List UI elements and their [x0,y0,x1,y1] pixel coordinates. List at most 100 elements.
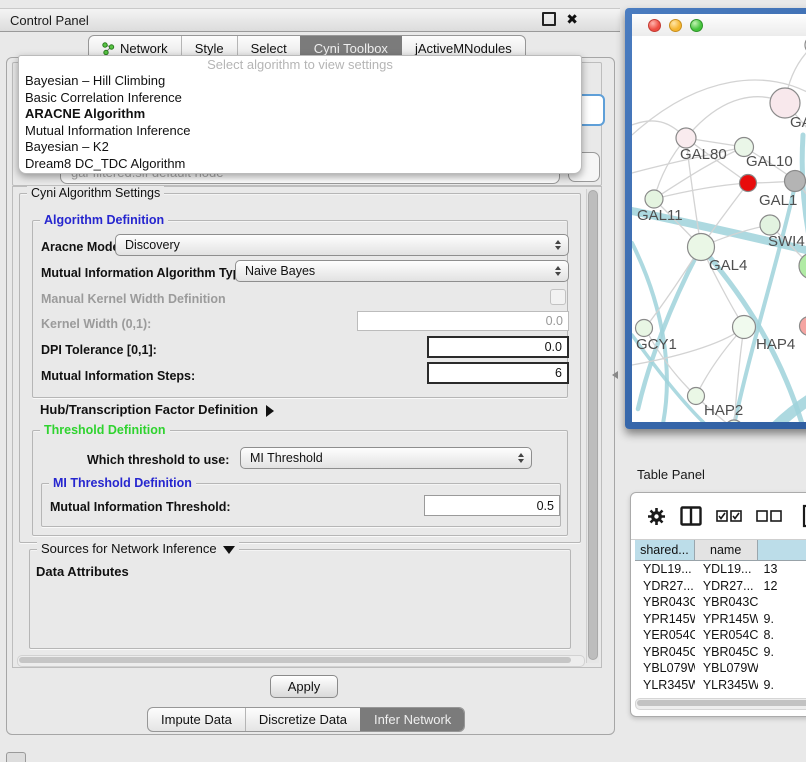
algorithm-dropdown-list: Bayesian – Hill ClimbingBasic Correlatio… [19,73,581,172]
table-row[interactable]: YPR145WYPR145W9. [635,611,806,628]
select-all-checkboxes-icon[interactable] [716,510,742,522]
table-column-header[interactable]: shared... [635,540,695,561]
minimize-window-icon[interactable] [669,19,682,32]
close-window-icon[interactable] [648,19,661,32]
mi-threshold-input[interactable]: 0.5 [424,495,560,516]
table-cell[interactable]: YPR145W [635,611,695,628]
mi-steps-input[interactable]: 6 [427,362,569,384]
dropdown-item[interactable]: Bayesian – K2 [19,139,581,156]
table-cell[interactable]: 8. [758,627,806,644]
tab-discretize-data[interactable]: Discretize Data [245,708,360,731]
data-attributes-label: Data Attributes [36,564,129,579]
table-row[interactable]: YER054CYER054C8. [635,627,806,644]
table-cell[interactable]: YBR045C [635,644,695,661]
zoom-window-icon[interactable] [690,19,703,32]
hub-factor-toggle[interactable]: Hub/Transcription Factor Definition [40,402,274,417]
dropdown-item[interactable]: Basic Correlation Inference [19,90,581,107]
table-column-header[interactable] [758,540,806,561]
table-row[interactable]: YBR043CYBR043C [635,594,806,611]
gear-icon[interactable] [647,507,666,526]
aracne-mode-combo[interactable]: Discovery [115,234,569,256]
panel-collapse-arrow-icon[interactable] [612,371,618,379]
minimized-panel-icon[interactable] [6,752,26,762]
table-cell[interactable]: 12 [758,578,806,595]
table-cell[interactable]: YBL079W [695,660,758,677]
table-column-header[interactable]: name [695,540,758,561]
float-window-icon[interactable] [542,12,556,26]
table-cell[interactable]: YDL19... [695,561,758,578]
network-edge[interactable] [645,247,701,328]
network-node[interactable] [740,175,757,192]
table-cell[interactable] [758,594,806,611]
table-cell[interactable]: 9. [758,677,806,694]
dropdown-item[interactable]: Mutual Information Inference [19,123,581,140]
table-header-row: shared...name [635,540,806,561]
table-row[interactable]: YBR045CYBR045C9. [635,644,806,661]
tab-impute-data[interactable]: Impute Data [148,708,245,731]
algorithm-definition-title: Algorithm Definition [40,213,168,227]
table-cell[interactable]: YIL052C [695,693,758,696]
network-node[interactable] [645,190,663,208]
network-node[interactable] [785,171,806,192]
table-cell[interactable]: YBR043C [635,594,695,611]
table-row[interactable]: YBL079WYBL079W [635,660,806,677]
network-node[interactable] [799,253,806,279]
network-node-label: GCY1 [636,336,677,353]
sources-title[interactable]: Sources for Network Inference [37,542,239,556]
table-cell[interactable]: YIL052C [635,693,695,696]
control-panel-title: Control Panel [0,13,89,28]
table-cell[interactable]: YLR345W [695,677,758,694]
table-cell[interactable]: YBL079W [635,660,695,677]
table-cell[interactable]: YBR045C [695,644,758,661]
network-node[interactable] [676,128,696,148]
settings-horizontal-scrollbar[interactable] [17,655,585,667]
manual-kernel-checkbox[interactable] [550,289,566,305]
network-view-window[interactable]: GALGAL80GAL10GAL1GAL11SWI4GAL4GCY1HAP4YH… [625,8,806,429]
table-cell[interactable]: YPR145W [695,611,758,628]
settings-vertical-scrollbar[interactable] [586,189,599,663]
table-cell[interactable]: YLR345W [635,677,695,694]
table-horizontal-scrollbar[interactable] [635,698,806,710]
table-cell[interactable]: 9. [758,611,806,628]
apply-button[interactable]: Apply [270,675,338,698]
table-cell[interactable]: YDR27... [695,578,758,595]
network-node[interactable] [800,317,806,336]
table-row[interactable]: YLR345WYLR345W9. [635,677,806,694]
network-edge[interactable] [654,183,748,199]
network-node-label: GAL4 [709,257,747,274]
network-canvas[interactable]: GALGAL80GAL10GAL1GAL11SWI4GAL4GCY1HAP4YH… [632,36,806,422]
deselect-checkboxes-icon[interactable] [756,510,782,522]
dpi-tolerance-input[interactable]: 0.0 [427,336,569,358]
columns-icon[interactable] [680,506,702,526]
network-node[interactable] [636,320,653,337]
table-row[interactable]: YIL052CYIL052C9. [635,693,806,696]
dropdown-item[interactable]: Bayesian – Hill Climbing [19,73,581,90]
network-node[interactable] [733,316,756,339]
table-cell[interactable]: 9. [758,693,806,696]
table-cell[interactable]: YER054C [695,627,758,644]
file-icon[interactable] [802,504,806,528]
which-threshold-combo[interactable]: MI Threshold [240,447,532,469]
table-cell[interactable]: YDR27... [635,578,695,595]
mi-type-combo[interactable]: Naive Bayes [235,260,569,282]
control-panel-titlebar: Control Panel ✖ [0,8,620,32]
dropdown-item[interactable]: ARACNE Algorithm [19,106,581,123]
close-panel-icon[interactable]: ✖ [566,12,578,26]
table-cell[interactable]: YDL19... [635,561,695,578]
network-window-titlebar[interactable] [632,14,806,37]
table-cell[interactable] [758,660,806,677]
network-node-label: SWI4 [768,233,805,250]
kernel-width-input[interactable]: 0.0 [357,311,569,331]
network-node[interactable] [725,420,743,422]
table-cell[interactable]: YER054C [635,627,695,644]
tab-infer-network[interactable]: Infer Network [360,708,464,731]
table-row[interactable]: YDR27...YDR27...12 [635,578,806,595]
table-cell[interactable]: 9. [758,644,806,661]
network-node[interactable] [760,215,780,235]
network-node[interactable] [688,388,705,405]
table-cell[interactable]: 13 [758,561,806,578]
table-row[interactable]: YDL19...YDL19...13 [635,561,806,578]
table-rows: YDL19...YDL19...13YDR27...YDR27...12YBR0… [635,561,806,696]
table-cell[interactable]: YBR043C [695,594,758,611]
dropdown-item[interactable]: Dream8 DC_TDC Algorithm [19,156,581,173]
